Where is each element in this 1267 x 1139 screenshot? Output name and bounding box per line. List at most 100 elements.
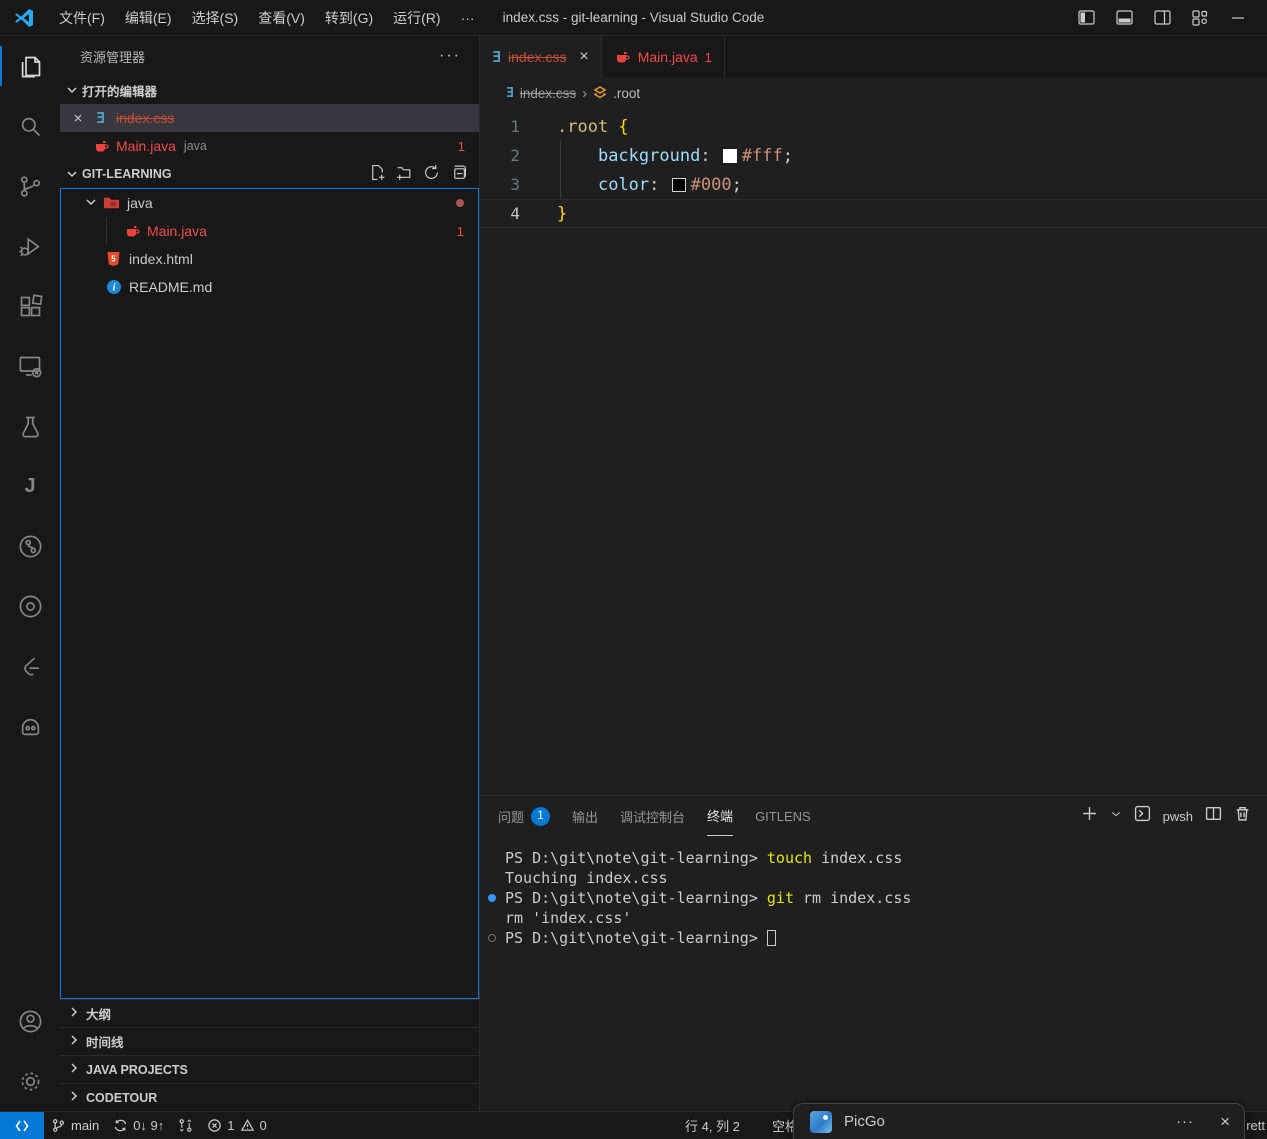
file-tree: java Main.java 1 5 index.html: [60, 188, 479, 999]
command-decoration-hollow[interactable]: [488, 934, 496, 942]
close-icon[interactable]: ×: [579, 48, 588, 66]
sync-changes-item[interactable]: 0↓ 9↑: [106, 1112, 171, 1139]
prettier-item-fragment[interactable]: rett: [1246, 1112, 1265, 1139]
new-terminal-icon[interactable]: [1081, 805, 1098, 827]
git-compare-item[interactable]: [171, 1112, 200, 1139]
tab-debug-console[interactable]: 调试控制台: [620, 796, 685, 836]
color-swatch[interactable]: [723, 149, 737, 163]
code-token: #fff: [742, 146, 783, 166]
color-swatch[interactable]: [672, 178, 686, 192]
code-token: :: [649, 175, 669, 195]
settings-gear-icon[interactable]: [0, 1051, 60, 1111]
command-decoration-filled[interactable]: [488, 894, 496, 902]
menu-more[interactable]: ···: [451, 5, 485, 31]
kill-terminal-trash-icon[interactable]: [1234, 805, 1251, 827]
terminal-token: touch: [767, 849, 812, 867]
java-projects-icon[interactable]: J: [0, 456, 60, 516]
tree-folder-java[interactable]: java: [61, 189, 478, 217]
tab-main-java[interactable]: Main.java 1: [602, 36, 725, 78]
tab-terminal[interactable]: 终端: [707, 796, 733, 836]
cursor-position-item[interactable]: 行 4, 列 2: [685, 1112, 740, 1139]
testing-icon[interactable]: [0, 396, 60, 456]
menu-view[interactable]: 查看(V): [248, 5, 315, 31]
leetcode-icon[interactable]: [0, 636, 60, 696]
refresh-icon[interactable]: [423, 164, 440, 184]
terminal-dropdown-icon[interactable]: [1110, 807, 1122, 825]
code-line: 1.root {: [480, 112, 1267, 141]
new-file-icon[interactable]: [369, 164, 386, 184]
tab-problems[interactable]: 问题 1: [498, 796, 550, 836]
source-control-icon[interactable]: [0, 156, 60, 216]
tab-gitlens[interactable]: GITLENS: [755, 796, 811, 836]
split-terminal-icon[interactable]: [1205, 805, 1222, 827]
tree-file-main-java[interactable]: Main.java 1: [61, 217, 478, 245]
menu-selection[interactable]: 选择(S): [182, 5, 249, 31]
explorer-icon[interactable]: [0, 36, 60, 96]
run-debug-icon[interactable]: [0, 216, 60, 276]
css-file-icon: Ǝ: [92, 110, 109, 127]
search-icon[interactable]: [0, 96, 60, 156]
shell-label[interactable]: pwsh: [1163, 809, 1193, 824]
problems-count-badge: 1: [531, 807, 550, 826]
menu-edit[interactable]: 编辑(E): [115, 5, 182, 31]
open-editors-header[interactable]: 打开的编辑器: [60, 76, 479, 104]
toggle-secondary-sidebar-icon[interactable]: [1147, 5, 1177, 31]
customize-layout-icon[interactable]: [1185, 5, 1215, 31]
section-codetour[interactable]: CODETOUR: [60, 1083, 479, 1111]
menu-go[interactable]: 转到(G): [315, 5, 383, 31]
remote-explorer-icon[interactable]: [0, 336, 60, 396]
code-editor[interactable]: 1.root {2 background: #fff;3 color: #000…: [480, 108, 1267, 795]
robot-plugin-icon[interactable]: [0, 696, 60, 756]
new-folder-icon[interactable]: [396, 164, 413, 184]
vscode-logo-icon: [13, 7, 35, 29]
html-file-icon: 5: [105, 251, 122, 268]
minimize-button[interactable]: [1223, 5, 1253, 31]
terminal-cursor: [767, 930, 776, 946]
css-file-icon: Ǝ: [492, 48, 501, 66]
breadcrumb-file[interactable]: index.css: [520, 86, 576, 101]
tab-bar: Ǝ index.css × Main.java 1: [480, 36, 1267, 78]
notification-more-icon[interactable]: ···: [1176, 1113, 1194, 1130]
extensions-icon[interactable]: [0, 276, 60, 336]
account-icon[interactable]: [0, 991, 60, 1051]
terminal-output[interactable]: PS D:\git\note\git-learning> touch index…: [480, 836, 1267, 948]
tab-index-css[interactable]: Ǝ index.css ×: [480, 36, 602, 78]
toggle-panel-icon[interactable]: [1109, 5, 1139, 31]
vscode-window: 文件(F) 编辑(E) 选择(S) 查看(V) 转到(G) 运行(R) ··· …: [0, 0, 1267, 1139]
section-outline[interactable]: 大纲: [60, 999, 479, 1027]
toggle-sidebar-icon[interactable]: [1071, 5, 1101, 31]
sidebar-more-actions-icon[interactable]: ···: [433, 45, 467, 67]
problem-badge: 1: [705, 50, 712, 65]
notification-toast[interactable]: PicGo ··· ×: [793, 1103, 1245, 1139]
tree-file-index-html[interactable]: 5 index.html: [61, 245, 478, 273]
code-token: .root: [557, 117, 618, 137]
readme-info-icon: i: [105, 279, 122, 296]
tab-output[interactable]: 输出: [572, 796, 598, 836]
tree-file-readme[interactable]: i README.md: [61, 273, 478, 301]
java-file-icon: [614, 49, 631, 66]
git-branch-item[interactable]: main: [44, 1112, 106, 1139]
menu-run[interactable]: 运行(R): [383, 5, 450, 31]
open-editor-index-css[interactable]: × Ǝ index.css: [60, 104, 479, 132]
open-editor-main-java[interactable]: Main.java java 1: [60, 132, 479, 160]
gitlens-icon[interactable]: [0, 516, 60, 576]
collapse-all-icon[interactable]: [450, 164, 467, 184]
section-java-projects[interactable]: JAVA PROJECTS: [60, 1055, 479, 1083]
terminal-line: PS D:\git\note\git-learning>: [505, 928, 1267, 948]
project-root-header[interactable]: GIT-LEARNING: [60, 160, 479, 188]
close-icon[interactable]: ×: [68, 110, 88, 127]
problems-item[interactable]: 1 0: [200, 1112, 273, 1139]
powershell-icon[interactable]: [1134, 805, 1151, 827]
notification-close-icon[interactable]: ×: [1220, 1112, 1230, 1132]
menu-file[interactable]: 文件(F): [49, 5, 115, 31]
explorer-sidebar: 资源管理器 ··· 打开的编辑器 × Ǝ index.css Main.java…: [60, 36, 480, 1111]
section-timeline[interactable]: 时间线: [60, 1027, 479, 1055]
breadcrumb-symbol[interactable]: .root: [613, 86, 640, 101]
chevron-down-icon: [64, 166, 80, 182]
terminal-token: rm 'index.css': [505, 909, 631, 927]
remote-indicator[interactable]: [0, 1112, 44, 1139]
codetour-record-icon[interactable]: [0, 576, 60, 636]
line-number: 2: [480, 146, 546, 165]
code-line: 3 color: #000;: [480, 170, 1267, 199]
java-file-icon: [123, 223, 140, 240]
